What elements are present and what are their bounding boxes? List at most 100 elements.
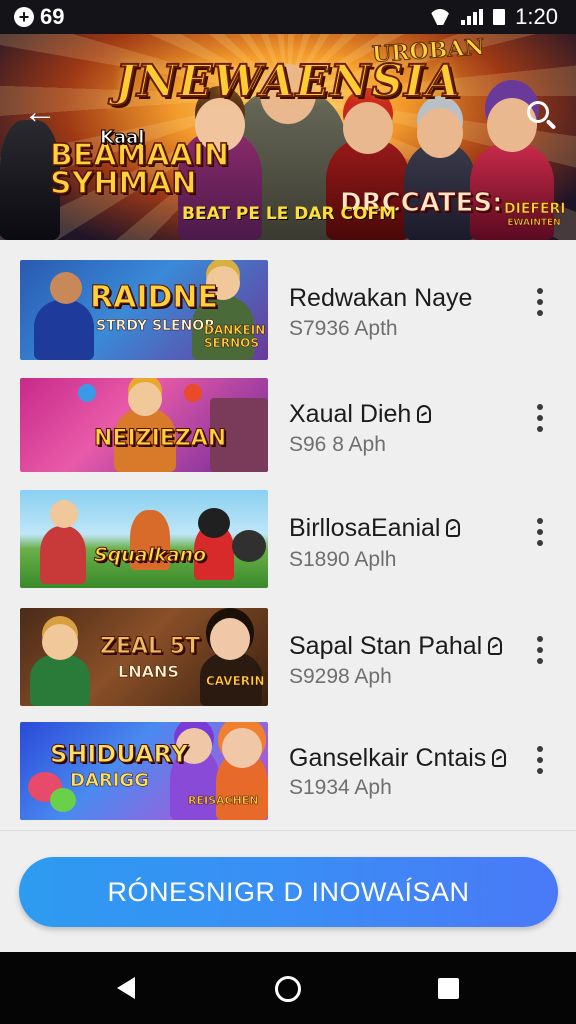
more-dot-icon	[537, 636, 543, 642]
thumb-subtitle: DARIGG	[70, 770, 149, 792]
nav-home-icon[interactable]	[275, 976, 301, 1002]
more-options-button[interactable]	[526, 628, 554, 672]
thumb-face	[50, 500, 78, 528]
search-button[interactable]	[518, 92, 558, 132]
signal-bar	[473, 12, 478, 25]
thumb-title: SHIDUARY	[49, 740, 189, 769]
clock: 1:20	[515, 4, 558, 29]
list-item[interactable]: SHIDUARY DARIGG REISACHEN Ganselkair Cnt…	[0, 704, 576, 820]
more-dot-icon	[537, 746, 543, 752]
thumb-title: Squalkano	[93, 544, 207, 567]
game-name: Sapal Stan Pahal	[289, 632, 503, 661]
more-dot-icon	[537, 768, 543, 774]
list-item[interactable]: NEIZIEZAN Xaual Dieh S96 8 Aph	[0, 356, 576, 472]
game-subtitle: S7936 Apth	[289, 317, 398, 340]
thumb-title: NEIZIEZAN	[93, 426, 227, 452]
thumb-tag: DANKEIN SERNOS	[204, 323, 266, 350]
thumb-subtitle: LNANS	[118, 662, 179, 682]
pin-icon	[417, 405, 432, 423]
thumb-title: ZEAL 5T	[100, 634, 201, 660]
more-dot-icon	[537, 658, 543, 664]
hero-left-title-line2: SYHMAN	[49, 166, 197, 201]
nav-recents-icon[interactable]	[438, 978, 459, 999]
game-name-text: BirllosaEanial	[289, 514, 441, 542]
game-name-text: Xaual Dieh	[289, 400, 412, 428]
thumb-candy	[50, 788, 76, 812]
more-dot-icon	[537, 540, 543, 546]
battery-icon	[493, 9, 506, 25]
thumb-tag: CAVERIN	[206, 674, 265, 689]
status-left: + 69	[14, 4, 64, 30]
more-dot-icon	[537, 757, 543, 763]
more-options-button[interactable]	[526, 396, 554, 440]
notification-count: 69	[40, 4, 65, 29]
game-name: BirllosaEanial	[289, 514, 461, 543]
pin-icon	[446, 519, 461, 537]
search-icon	[527, 101, 549, 123]
notification-plus-icon: +	[14, 7, 34, 27]
more-dot-icon	[537, 404, 543, 410]
game-subtitle: S1890 Aplh	[289, 548, 397, 571]
list-item[interactable]: Squalkano BirllosaEanial S1890 Aplh	[0, 472, 576, 588]
more-options-button[interactable]	[526, 280, 554, 324]
status-bar: + 69 1:20	[0, 0, 576, 34]
thumb-tag: REISACHEN	[188, 794, 259, 808]
navigation-bar	[0, 952, 576, 1024]
game-thumbnail[interactable]: NEIZIEZAN	[20, 378, 268, 472]
more-options-button[interactable]	[526, 510, 554, 554]
primary-action-label: RÓNESNIGR D INOWAÍSAN	[107, 876, 470, 907]
more-dot-icon	[537, 518, 543, 524]
hero-left-kicker: Kaal	[99, 127, 145, 149]
thumb-face	[128, 382, 162, 416]
game-thumbnail[interactable]: SHIDUARY DARIGG REISACHEN	[20, 722, 268, 820]
game-name: Xaual Dieh	[289, 400, 432, 429]
thumb-figure	[34, 300, 94, 360]
thumb-title: RAIDNE	[90, 280, 219, 316]
game-thumbnail[interactable]: RAIDNE STRDY SLENOR DANKEIN SERNOS	[20, 260, 268, 360]
game-name-text: Ganselkair Cntais	[289, 744, 487, 772]
thumb-face	[232, 530, 266, 562]
thumb-face	[210, 618, 250, 660]
more-options-button[interactable]	[526, 738, 554, 782]
divider	[0, 830, 576, 831]
thumb-face	[50, 272, 82, 304]
more-dot-icon	[537, 647, 543, 653]
arrow-left-icon: ←	[23, 92, 57, 131]
game-name-text: Redwakan Naye	[289, 284, 473, 312]
game-thumbnail[interactable]: ZEAL 5T LNANS CAVERIN	[20, 608, 268, 706]
thumb-figure	[30, 654, 90, 706]
game-name: Ganselkair Cntais	[289, 744, 507, 773]
game-name-text: Sapal Stan Pahal	[289, 632, 483, 660]
signal-bar	[461, 20, 466, 25]
more-dot-icon	[537, 415, 543, 421]
hero-left-title: Kaal BEAMAAIN SYHMAN	[49, 127, 230, 201]
pin-icon	[492, 749, 507, 767]
pin-icon	[488, 637, 503, 655]
thumb-subtitle: STRDY SLENOR	[96, 318, 216, 335]
wifi-icon	[429, 9, 451, 25]
game-subtitle: S96 8 Aph	[289, 433, 386, 456]
status-right: 1:20	[429, 4, 558, 30]
more-dot-icon	[537, 288, 543, 294]
thumb-face	[198, 508, 230, 538]
back-button[interactable]: ←	[20, 92, 60, 132]
primary-action-button[interactable]: RÓNESNIGR D INOWAÍSAN	[19, 857, 558, 927]
list-item[interactable]: ZEAL 5T LNANS CAVERIN Sapal Stan Pahal S…	[0, 588, 576, 706]
signal-bar	[479, 9, 484, 25]
game-subtitle: S1934 Aph	[289, 776, 392, 799]
more-dot-icon	[537, 426, 543, 432]
hero-banner: UROBAN JNEWAENSIA Kaal BEAMAAIN SYHMAN D…	[0, 34, 576, 240]
game-subtitle: S9298 Aph	[289, 665, 392, 688]
more-dot-icon	[537, 299, 543, 305]
list-item[interactable]: RAIDNE STRDY SLENOR DANKEIN SERNOS Redwa…	[0, 240, 576, 360]
thumb-orb	[184, 384, 202, 402]
thumb-face	[222, 728, 262, 768]
nav-back-icon[interactable]	[117, 977, 135, 999]
more-dot-icon	[537, 529, 543, 535]
game-thumbnail[interactable]: Squalkano	[20, 490, 268, 588]
hero-corner-badge: DIEFERI EWAINTEN	[504, 201, 566, 230]
thumb-orb	[78, 384, 96, 402]
thumb-figure	[40, 526, 86, 584]
hero-corner-title: DIEFERI	[504, 201, 566, 217]
signal-icon	[461, 9, 484, 25]
